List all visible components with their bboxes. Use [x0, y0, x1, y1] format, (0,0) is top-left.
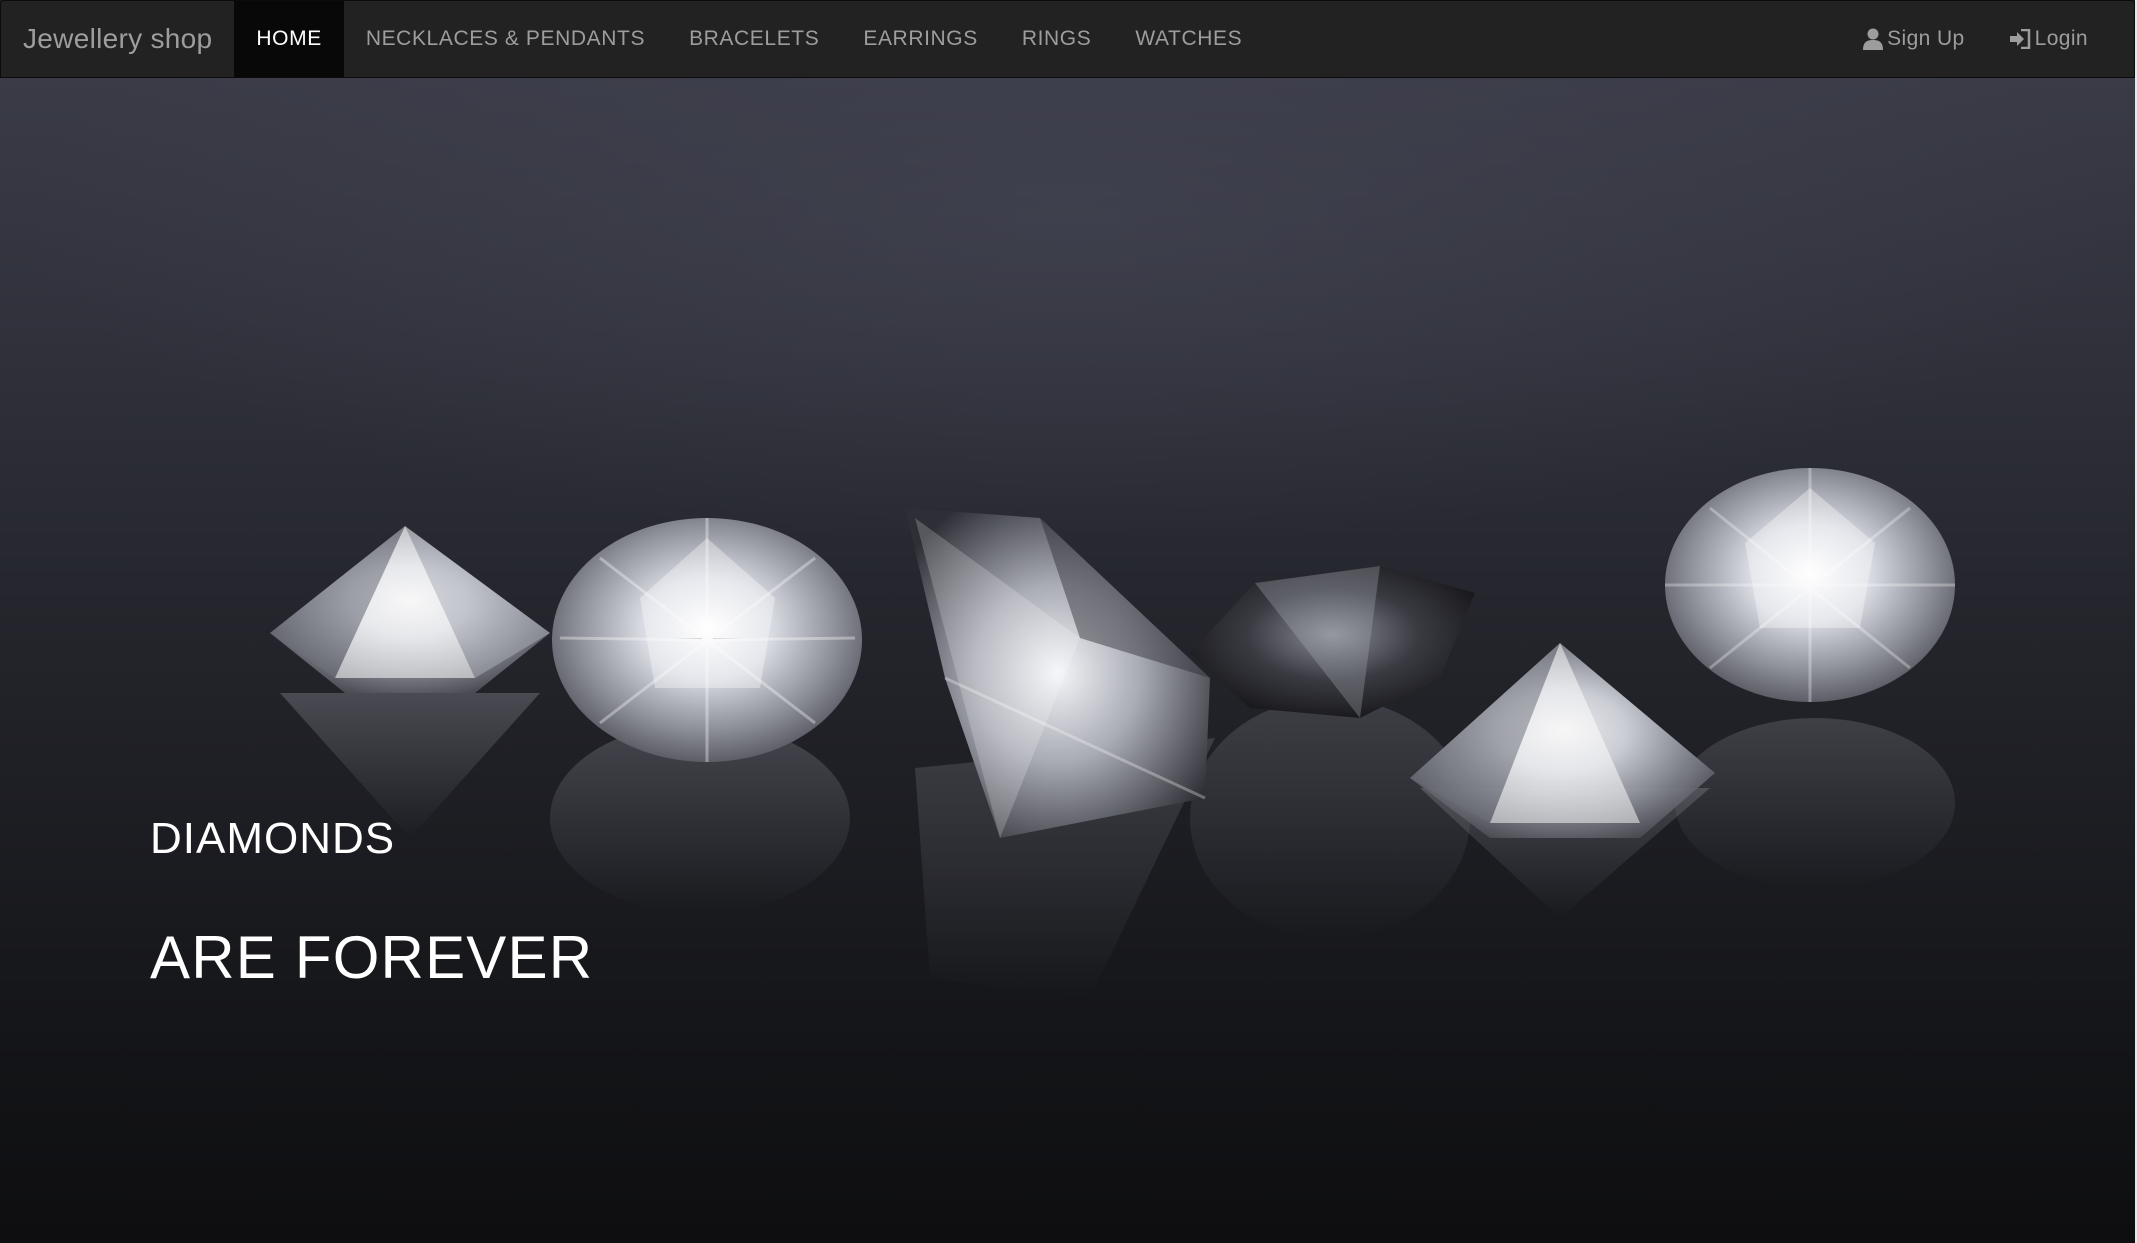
nav-item-bracelets[interactable]: BRACELETS: [667, 1, 841, 77]
login-label: Login: [2034, 27, 2088, 50]
top-navbar: Jewellery shop HOME NECKLACES & PENDANTS…: [0, 0, 2135, 78]
nav-item-rings[interactable]: RINGS: [1000, 1, 1114, 77]
signup-link[interactable]: Sign Up: [1841, 1, 1987, 77]
diamond-4: [1190, 566, 1475, 718]
signup-label: Sign Up: [1887, 27, 1965, 50]
diamond-2: [552, 518, 862, 762]
page: DIAMONDS ARE FOREVER Jewellery shop HOME…: [0, 0, 2137, 1243]
account-nav: Sign Up Login: [1841, 1, 2134, 77]
nav-item-watches[interactable]: WATCHES: [1113, 1, 1264, 77]
diamond-6: [1665, 468, 1955, 702]
nav-item-earrings[interactable]: EARRINGS: [841, 1, 1000, 77]
main-nav: HOME NECKLACES & PENDANTS BRACELETS EARR…: [234, 1, 1264, 77]
browser-viewport: DIAMONDS ARE FOREVER Jewellery shop HOME…: [0, 0, 2137, 1243]
hero-banner: DIAMONDS ARE FOREVER: [0, 78, 2135, 1243]
nav-item-necklaces-pendants[interactable]: NECKLACES & PENDANTS: [344, 1, 667, 77]
user-icon: [1863, 28, 1884, 50]
hero-heading-line1: DIAMONDS: [150, 814, 396, 863]
brand-link[interactable]: Jewellery shop: [1, 1, 234, 77]
hero-heading-line2: ARE FOREVER: [150, 924, 594, 991]
login-link[interactable]: Login: [1987, 1, 2110, 77]
nav-item-home[interactable]: HOME: [234, 1, 344, 77]
login-icon: [2009, 29, 2031, 49]
diamond-1: [270, 526, 550, 693]
diamond-5: [1410, 643, 1715, 838]
diamonds-photo: [270, 468, 1955, 998]
